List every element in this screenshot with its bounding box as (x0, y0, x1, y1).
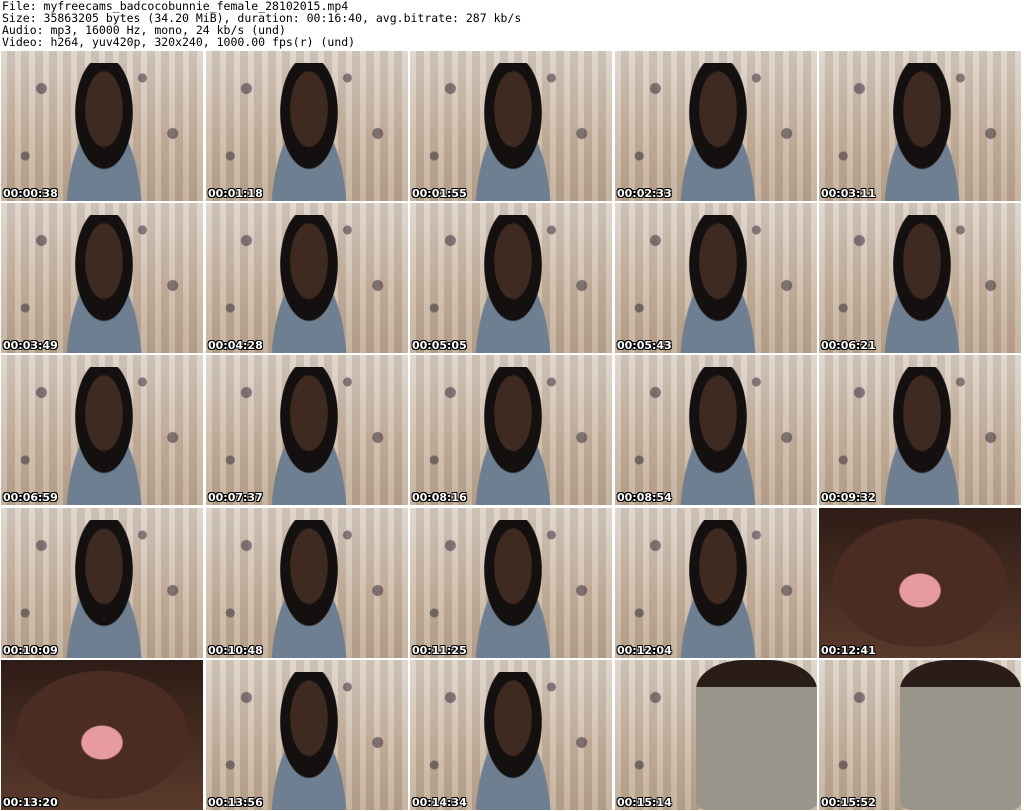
thumbnail-timestamp: 00:11:25 (412, 644, 467, 657)
thumbnail-timestamp: 00:03:49 (3, 339, 58, 352)
subject-figure (1, 660, 203, 810)
thumbnail-timestamp: 00:01:18 (208, 187, 263, 200)
subject-figure (454, 215, 572, 353)
thumbnail-timestamp: 00:05:05 (412, 339, 467, 352)
video-thumbnail: 00:14:34 (410, 660, 612, 810)
video-thumbnail: 00:10:09 (1, 508, 203, 658)
video-thumbnail: 00:01:55 (410, 51, 612, 201)
video-thumbnail: 00:08:16 (410, 355, 612, 505)
video-thumbnail: 00:05:05 (410, 203, 612, 353)
thumbnail-timestamp: 00:15:52 (821, 796, 876, 809)
subject-figure (45, 520, 163, 658)
thumbnail-timestamp: 00:12:41 (821, 644, 876, 657)
thumbnail-timestamp: 00:04:28 (208, 339, 263, 352)
thumbnail-timestamp: 00:13:56 (208, 796, 263, 809)
thumbnail-timestamp: 00:00:38 (3, 187, 58, 200)
file-info-header: File: myfreecams_badcocobunnie_female_28… (0, 0, 1024, 50)
video-thumbnail: 00:11:25 (410, 508, 612, 658)
thumbnail-timestamp: 00:08:16 (412, 491, 467, 504)
subject-figure (250, 520, 368, 658)
video-thumbnail: 00:03:49 (1, 203, 203, 353)
thumbnail-timestamp: 00:12:04 (617, 644, 672, 657)
video-thumbnail: 00:01:18 (206, 51, 408, 201)
video-thumbnail: 00:08:54 (615, 355, 817, 505)
subject-figure (250, 672, 368, 810)
thumbnail-timestamp: 00:09:32 (821, 491, 876, 504)
video-thumbnail: 00:07:37 (206, 355, 408, 505)
video-thumbnail: 00:06:21 (819, 203, 1021, 353)
thumbnail-timestamp: 00:14:34 (412, 796, 467, 809)
subject-figure (863, 367, 981, 505)
subject-figure (250, 367, 368, 505)
video-thumbnail: 00:13:56 (206, 660, 408, 810)
thumbnail-timestamp: 00:01:55 (412, 187, 467, 200)
video-thumbnail: 00:03:11 (819, 51, 1021, 201)
thumbnail-timestamp: 00:05:43 (617, 339, 672, 352)
video-thumbnail: 00:05:43 (615, 203, 817, 353)
video-thumbnail: 00:02:33 (615, 51, 817, 201)
video-thumbnail: 00:12:41 (819, 508, 1021, 658)
thumbnail-timestamp: 00:06:59 (3, 491, 58, 504)
thumbnail-timestamp: 00:03:11 (821, 187, 876, 200)
video-thumbnail: 00:06:59 (1, 355, 203, 505)
video-thumbnail: 00:13:20 (1, 660, 203, 810)
subject-figure (45, 367, 163, 505)
subject-figure (863, 215, 981, 353)
thumbnail-grid: 00:00:38 00:01:18 00:01:55 00:02:33 00:03:11… (0, 50, 1024, 811)
thumbnail-timestamp: 00:08:54 (617, 491, 672, 504)
subject-figure (819, 508, 1021, 658)
subject-figure (45, 63, 163, 201)
thumbnail-timestamp: 00:06:21 (821, 339, 876, 352)
subject-figure (45, 215, 163, 353)
subject-figure (659, 520, 777, 658)
video-thumbnail: 00:15:52 (819, 660, 1021, 810)
thumbnail-timestamp: 00:15:14 (617, 796, 672, 809)
video-thumbnail: 00:00:38 (1, 51, 203, 201)
thumbnail-timestamp: 00:10:09 (3, 644, 58, 657)
thumbnail-timestamp: 00:13:20 (3, 796, 58, 809)
subject-figure (454, 520, 572, 658)
video-thumbnail: 00:12:04 (615, 508, 817, 658)
subject-figure (659, 215, 777, 353)
subject-figure (454, 63, 572, 201)
subject-figure (659, 367, 777, 505)
video-thumbnail: 00:09:32 (819, 355, 1021, 505)
subject-figure (454, 672, 572, 810)
subject-figure (695, 660, 817, 810)
subject-figure (250, 215, 368, 353)
video-thumbnail: 00:04:28 (206, 203, 408, 353)
subject-figure (659, 63, 777, 201)
thumbnail-timestamp: 00:02:33 (617, 187, 672, 200)
video-thumbnail: 00:10:48 (206, 508, 408, 658)
video-thumbnail: 00:15:14 (615, 660, 817, 810)
thumbnail-timestamp: 00:07:37 (208, 491, 263, 504)
thumbnail-timestamp: 00:10:48 (208, 644, 263, 657)
subject-figure (250, 63, 368, 201)
subject-figure (863, 63, 981, 201)
subject-figure (454, 367, 572, 505)
video-info-line: Video: h264, yuv420p, 320x240, 1000.00 f… (2, 35, 356, 49)
subject-figure (899, 660, 1021, 810)
